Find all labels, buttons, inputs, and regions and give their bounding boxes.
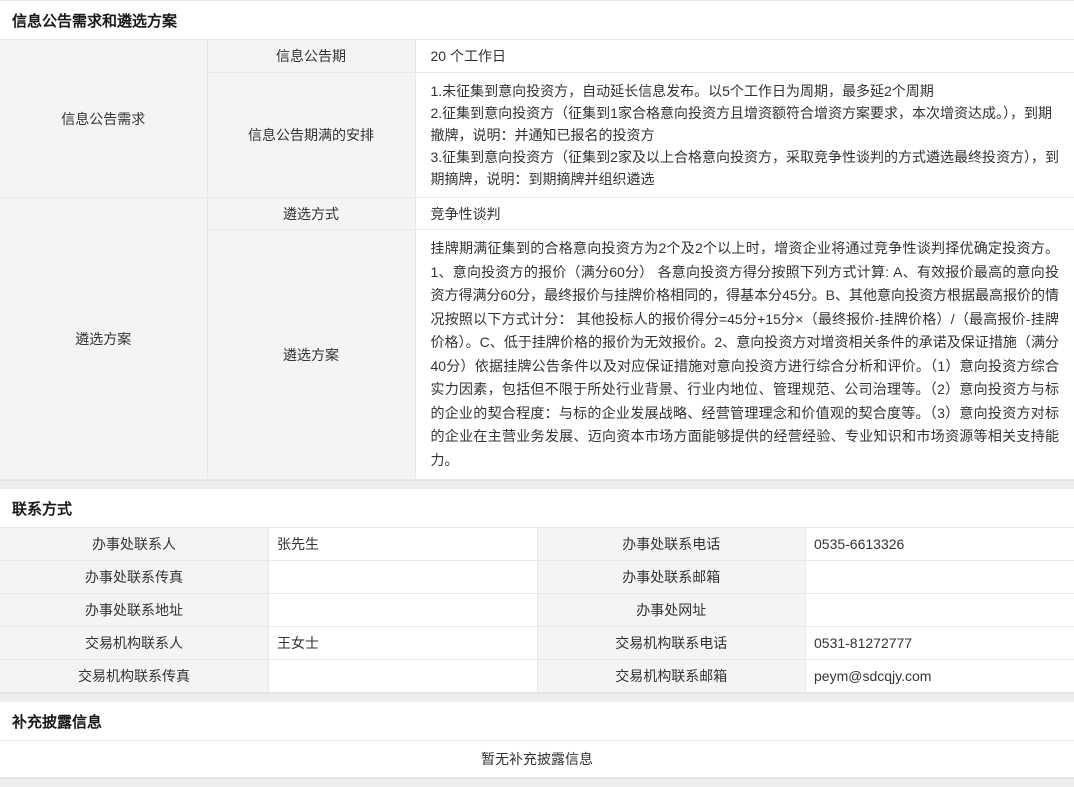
group-label-announcement-need: 信息公告需求 bbox=[0, 40, 207, 198]
section-announcement: 信息公告需求和遴选方案 信息公告需求 信息公告期 20 个工作日 信息公告期满的… bbox=[0, 1, 1074, 480]
label-office-website: 办事处网址 bbox=[537, 594, 806, 627]
value-office-contact-fax bbox=[269, 561, 538, 594]
label-office-contact-fax: 办事处联系传真 bbox=[0, 561, 269, 594]
label-expiry-arrangement: 信息公告期满的安排 bbox=[207, 73, 415, 198]
value-office-contact-phone: 0535-6613326 bbox=[806, 528, 1074, 561]
value-exchange-contact-person: 王女士 bbox=[269, 627, 538, 660]
page-bottom-strip bbox=[0, 778, 1074, 787]
table-row: 办事处联系地址 办事处网址 bbox=[0, 594, 1074, 627]
section-divider bbox=[0, 480, 1074, 489]
value-office-contact-email bbox=[806, 561, 1074, 594]
contact-table: 办事处联系人 张先生 办事处联系电话 0535-6613326 办事处联系传真 … bbox=[0, 527, 1074, 693]
label-selection-plan: 遴选方案 bbox=[207, 230, 415, 480]
section-announcement-title: 信息公告需求和遴选方案 bbox=[0, 1, 1074, 39]
label-office-contact-person: 办事处联系人 bbox=[0, 528, 269, 561]
label-office-contact-phone: 办事处联系电话 bbox=[537, 528, 806, 561]
section-supplement-title: 补充披露信息 bbox=[0, 702, 1074, 740]
label-exchange-contact-email: 交易机构联系邮箱 bbox=[537, 660, 806, 693]
label-exchange-contact-fax: 交易机构联系传真 bbox=[0, 660, 269, 693]
group-label-selection-plan: 遴选方案 bbox=[0, 198, 207, 480]
value-expiry-arrangement: 1.未征集到意向投资方，自动延长信息发布。以5个工作日为周期，最多延2个周期 2… bbox=[415, 73, 1074, 198]
table-row: 交易机构联系人 王女士 交易机构联系电话 0531-81272777 bbox=[0, 627, 1074, 660]
value-announcement-period: 20 个工作日 bbox=[415, 40, 1074, 73]
value-selection-method: 竞争性谈判 bbox=[415, 198, 1074, 230]
table-row: 办事处联系人 张先生 办事处联系电话 0535-6613326 bbox=[0, 528, 1074, 561]
label-exchange-contact-phone: 交易机构联系电话 bbox=[537, 627, 806, 660]
supplement-empty-message: 暂无补充披露信息 bbox=[0, 740, 1074, 778]
listing-detail-page: 信息公告需求和遴选方案 信息公告需求 信息公告期 20 个工作日 信息公告期满的… bbox=[0, 0, 1074, 787]
table-row: 办事处联系传真 办事处联系邮箱 bbox=[0, 561, 1074, 594]
section-contact: 联系方式 办事处联系人 张先生 办事处联系电话 0535-6613326 办事处… bbox=[0, 489, 1074, 693]
table-row: 信息公告需求 信息公告期 20 个工作日 bbox=[0, 40, 1074, 73]
value-office-website bbox=[806, 594, 1074, 627]
value-exchange-contact-phone: 0531-81272777 bbox=[806, 627, 1074, 660]
section-contact-title: 联系方式 bbox=[0, 489, 1074, 527]
announcement-table: 信息公告需求 信息公告期 20 个工作日 信息公告期满的安排 1.未征集到意向投… bbox=[0, 39, 1074, 480]
section-supplement: 补充披露信息 暂无补充披露信息 bbox=[0, 702, 1074, 778]
value-office-contact-address bbox=[269, 594, 538, 627]
label-office-contact-email: 办事处联系邮箱 bbox=[537, 561, 806, 594]
label-exchange-contact-person: 交易机构联系人 bbox=[0, 627, 269, 660]
table-row: 交易机构联系传真 交易机构联系邮箱 peym@sdcqjy.com bbox=[0, 660, 1074, 693]
label-office-contact-address: 办事处联系地址 bbox=[0, 594, 269, 627]
value-exchange-contact-fax bbox=[269, 660, 538, 693]
section-divider bbox=[0, 693, 1074, 702]
table-row: 遴选方案 遴选方式 竞争性谈判 bbox=[0, 198, 1074, 230]
label-selection-method: 遴选方式 bbox=[207, 198, 415, 230]
value-exchange-contact-email: peym@sdcqjy.com bbox=[806, 660, 1074, 693]
label-announcement-period: 信息公告期 bbox=[207, 40, 415, 73]
value-office-contact-person: 张先生 bbox=[269, 528, 538, 561]
value-selection-plan: 挂牌期满征集到的合格意向投资方为2个及2个以上时，增资企业将通过竞争性谈判择优确… bbox=[415, 230, 1074, 480]
